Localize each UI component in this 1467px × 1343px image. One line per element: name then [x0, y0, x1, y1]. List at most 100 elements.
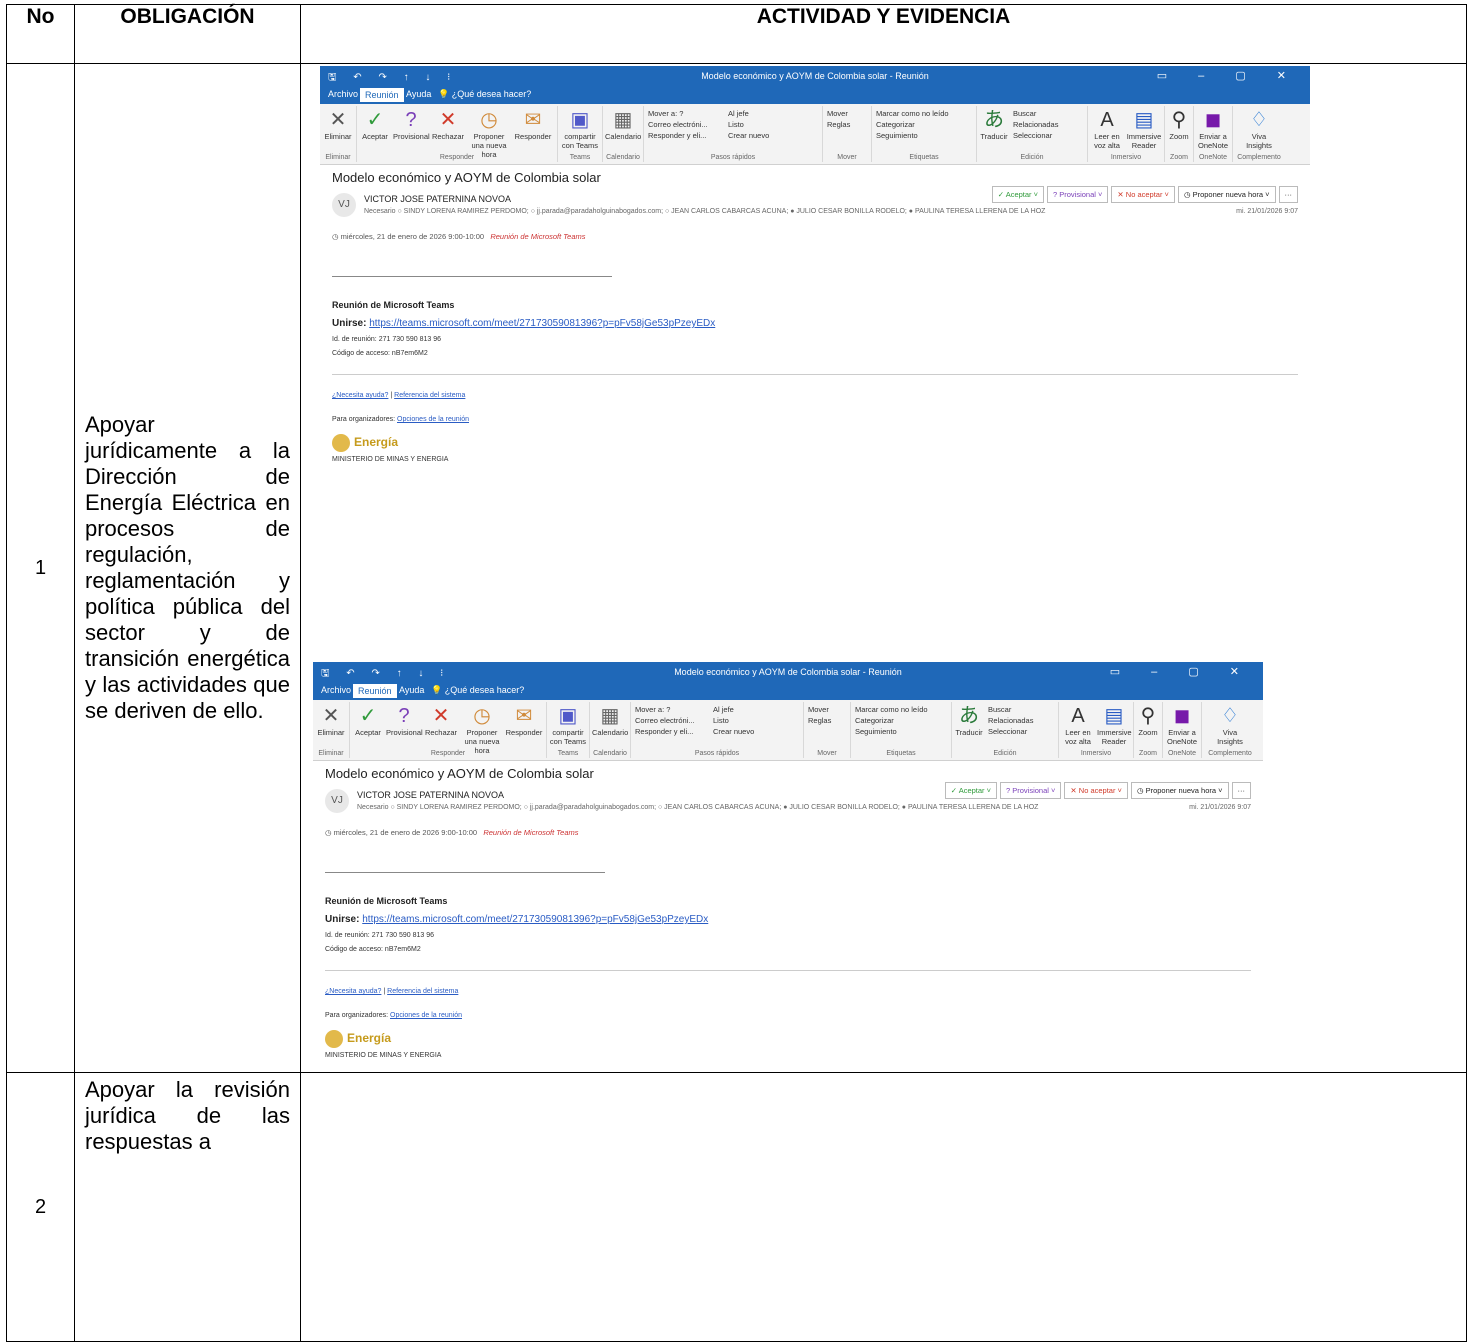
group-immersive: A Leer en voz alta ▤ Immersive Reader Inme… — [1059, 702, 1134, 758]
calendar-button[interactable]: ▦ Calendario — [592, 704, 628, 737]
window-controls[interactable]: ▭ – ▢ ✕ — [1110, 665, 1253, 678]
immersive-reader-icon: ▤ — [1104, 705, 1124, 727]
join-link[interactable]: https://teams.microsoft.com/meet/2717305… — [362, 914, 708, 925]
move-buttons[interactable]: Mover Reglas — [808, 704, 831, 726]
group-eliminar: ✕ Eliminar Eliminar — [313, 702, 350, 758]
read-aloud-button[interactable]: A Leer en voz alta — [1090, 108, 1124, 150]
decline-button[interactable]: ✕ Rechazar — [424, 704, 458, 737]
tentative-button[interactable]: ? Provisional — [386, 704, 423, 737]
header-obligation: OBLIGACIÓN — [74, 4, 301, 64]
system-reference-link[interactable]: Referencia del sistema — [387, 988, 458, 995]
onenote-button[interactable]: ◼ Enviar a OneNote — [1196, 108, 1230, 150]
delete-button[interactable]: ✕ Eliminar — [315, 704, 347, 737]
zoom-button[interactable]: ⚲ Zoom — [1167, 108, 1191, 141]
tentative-response-button[interactable]: ? Provisional ˅ — [1047, 186, 1109, 203]
zoom-button[interactable]: ⚲ Zoom — [1136, 704, 1160, 737]
teams-icon: ▣ — [570, 109, 590, 131]
respond-button[interactable]: ✉ Responder — [513, 108, 553, 141]
tell-me-search[interactable]: 💡 ¿Qué desea hacer? — [431, 685, 524, 696]
translate-button[interactable]: あ Traducir — [979, 108, 1009, 141]
sender-name[interactable]: VICTOR JOSE PATERNINA NOVOA — [357, 790, 504, 800]
title-bar: 🖫 ↶ ↷ ↑ ↓ ⁝ Modelo económico y AOYM de C… — [313, 662, 1263, 682]
propose-time-button[interactable]: ◷ Proponer una nueva hora — [467, 108, 511, 159]
viva-insights-button[interactable]: ♢ Viva Insights — [1210, 704, 1250, 746]
window-controls[interactable]: ▭ – ▢ ✕ — [1157, 69, 1300, 82]
teams-location[interactable]: Reunión de Microsoft Teams — [483, 828, 578, 837]
header-no: No — [6, 4, 75, 64]
immersive-reader-button[interactable]: ▤ Immersive Reader — [1097, 704, 1132, 746]
calendar-button[interactable]: ▦ Calendario — [605, 108, 641, 141]
row-1-number: 1 — [6, 63, 75, 1073]
accept-response-button[interactable]: ✓ Aceptar ˅ — [991, 186, 1044, 203]
help-link[interactable]: ¿Necesita ayuda? — [325, 988, 381, 995]
group-quick-steps: Mover a: ? Correo electróni... Responder y… — [644, 106, 823, 162]
decline-response-button[interactable]: ✕ No aceptar ˅ — [1111, 186, 1175, 203]
tab-reunion[interactable]: Reunión — [353, 684, 397, 698]
edit-buttons[interactable]: Buscar Relacionadas Seleccionar — [1013, 108, 1058, 141]
ribbon: ✕ Eliminar Eliminar ✓ Aceptar ? Provisional… — [313, 700, 1263, 761]
join-line: Unirse: https://teams.microsoft.com/meet… — [325, 914, 709, 925]
more-options-button[interactable]: ··· — [1278, 186, 1298, 203]
viva-insights-button[interactable]: ♢ Viva Insights — [1239, 108, 1279, 150]
tell-me-search[interactable]: 💡 ¿Qué desea hacer? — [438, 89, 531, 100]
tab-archivo[interactable]: Archivo — [321, 685, 351, 695]
question-icon: ? — [398, 705, 410, 727]
meeting-options-link[interactable]: Opciones de la reunión — [397, 416, 469, 423]
decline-response-button[interactable]: ✕ No aceptar ˅ — [1064, 782, 1128, 799]
meeting-time: ◷ miércoles, 21 de enero de 2026 9:00-10… — [325, 828, 579, 837]
check-icon: ✓ — [359, 705, 377, 727]
share-teams-button[interactable]: ▣ compartir con Teams — [560, 108, 600, 150]
quick-steps-col-2[interactable]: Al jefe Listo Crear nuevo — [728, 108, 769, 141]
group-onenote: ◼ Enviar a OneNote OneNote — [1163, 702, 1202, 758]
accept-button[interactable]: ✓ Aceptar — [352, 704, 384, 737]
tags-buttons[interactable]: Marcar como no leído Categorizar Seguimien… — [855, 704, 928, 737]
more-options-button[interactable]: ··· — [1231, 782, 1251, 799]
accept-button[interactable]: ✓ Aceptar — [359, 108, 391, 141]
share-teams-button[interactable]: ▣ compartir con Teams — [549, 704, 587, 746]
edit-buttons[interactable]: Buscar Relacionadas Seleccionar — [988, 704, 1033, 737]
translate-button[interactable]: あ Traducir — [954, 704, 984, 737]
delete-button[interactable]: ✕ Eliminar — [322, 108, 354, 141]
tab-archivo[interactable]: Archivo — [328, 89, 358, 99]
group-immersive: A Leer en voz alta ▤ Immersive Reader Inme… — [1088, 106, 1165, 162]
tentative-response-button[interactable]: ? Provisional ˅ — [1000, 782, 1062, 799]
join-link[interactable]: https://teams.microsoft.com/meet/2717305… — [369, 318, 715, 329]
quick-steps-col-1[interactable]: Mover a: ? Correo electróni... Responder y… — [648, 108, 708, 141]
group-tags: Marcar como no leído Categorizar Seguimien… — [851, 702, 952, 758]
reply-icon: ✉ — [515, 705, 533, 727]
meeting-options-link[interactable]: Opciones de la reunión — [390, 1012, 462, 1019]
tab-ayuda[interactable]: Ayuda — [406, 89, 431, 99]
quick-steps-col-1[interactable]: Mover a: ? Correo electróni... Responder y… — [635, 704, 695, 737]
email-subject: Modelo económico y AOYM de Colombia sola… — [325, 766, 594, 781]
meeting-id: Id. de reunión: 271 730 590 813 96 — [332, 336, 441, 343]
tags-buttons[interactable]: Marcar como no leído Categorizar Seguimien… — [876, 108, 949, 141]
row-1-evidence: 🖫 ↶ ↷ ↑ ↓ ⁝ Modelo económico y AOYM de C… — [300, 63, 1467, 1073]
sender-name[interactable]: VICTOR JOSE PATERNINA NOVOA — [364, 194, 511, 204]
onenote-button[interactable]: ◼ Enviar a OneNote — [1165, 704, 1199, 746]
propose-time-button[interactable]: ◷ Proponer una nueva hora — [460, 704, 504, 755]
avatar: VJ — [332, 193, 356, 217]
read-aloud-button[interactable]: A Leer en voz alta — [1061, 704, 1095, 746]
tab-ayuda[interactable]: Ayuda — [399, 685, 424, 695]
tab-reunion[interactable]: Reunión — [360, 88, 404, 102]
respond-button[interactable]: ✉ Responder — [504, 704, 544, 737]
zoom-icon: ⚲ — [1171, 109, 1187, 131]
teams-location[interactable]: Reunión de Microsoft Teams — [490, 232, 585, 241]
system-reference-link[interactable]: Referencia del sistema — [394, 392, 465, 399]
organizers-line: Para organizadores: Opciones de la reuni… — [332, 416, 469, 423]
tentative-button[interactable]: ? Provisional — [393, 108, 430, 141]
group-calendar: ▦ Calendario Calendario — [603, 106, 644, 162]
propose-time-response-button[interactable]: ◷ Proponer nueva hora ˅ — [1130, 782, 1229, 799]
help-link[interactable]: ¿Necesita ayuda? — [332, 392, 388, 399]
accept-response-button[interactable]: ✓ Aceptar ˅ — [944, 782, 997, 799]
quick-steps-col-2[interactable]: Al jefe Listo Crear nuevo — [713, 704, 754, 737]
group-addins: ♢ Viva Insights Complemento — [1237, 108, 1281, 161]
delete-icon: ✕ — [322, 705, 340, 727]
recipients-list: Necesario ○ SINDY LORENA RAMIREZ PERDOMO… — [357, 804, 1039, 811]
divider — [325, 970, 1251, 971]
propose-time-response-button[interactable]: ◷ Proponer nueva hora ˅ — [1177, 186, 1276, 203]
decline-button[interactable]: ✕ Rechazar — [431, 108, 465, 141]
move-buttons[interactable]: Mover Reglas — [827, 108, 850, 130]
immersive-reader-button[interactable]: ▤ Immersive Reader — [1126, 108, 1162, 150]
title-bar: 🖫 ↶ ↷ ↑ ↓ ⁝ Modelo económico y AOYM de C… — [320, 66, 1310, 86]
